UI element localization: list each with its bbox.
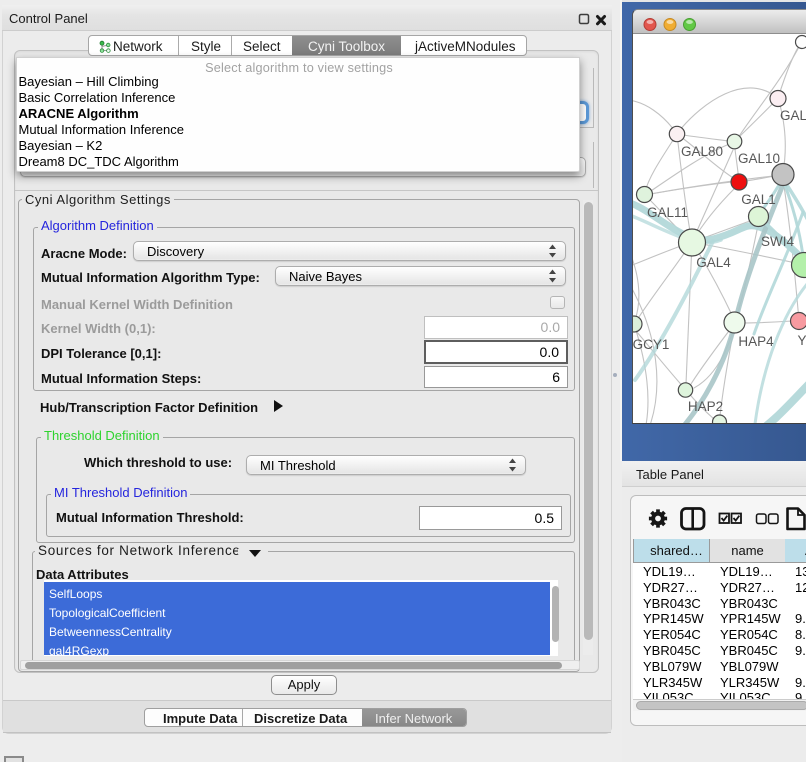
svg-text:YJ: YJ	[798, 333, 806, 348]
svg-text:HAP4: HAP4	[738, 334, 774, 349]
svg-text:GAL10: GAL10	[738, 151, 780, 166]
svg-text:GAL4: GAL4	[696, 255, 731, 270]
svg-text:GCY1: GCY1	[633, 337, 669, 352]
svg-text:GAL11: GAL11	[647, 205, 688, 220]
svg-text:SWI4: SWI4	[761, 234, 794, 249]
svg-text:GAL1: GAL1	[741, 192, 776, 207]
svg-text:HAP2: HAP2	[688, 399, 723, 414]
svg-text:GAL80: GAL80	[681, 144, 723, 159]
svg-text:GAL7: GAL7	[780, 108, 806, 123]
